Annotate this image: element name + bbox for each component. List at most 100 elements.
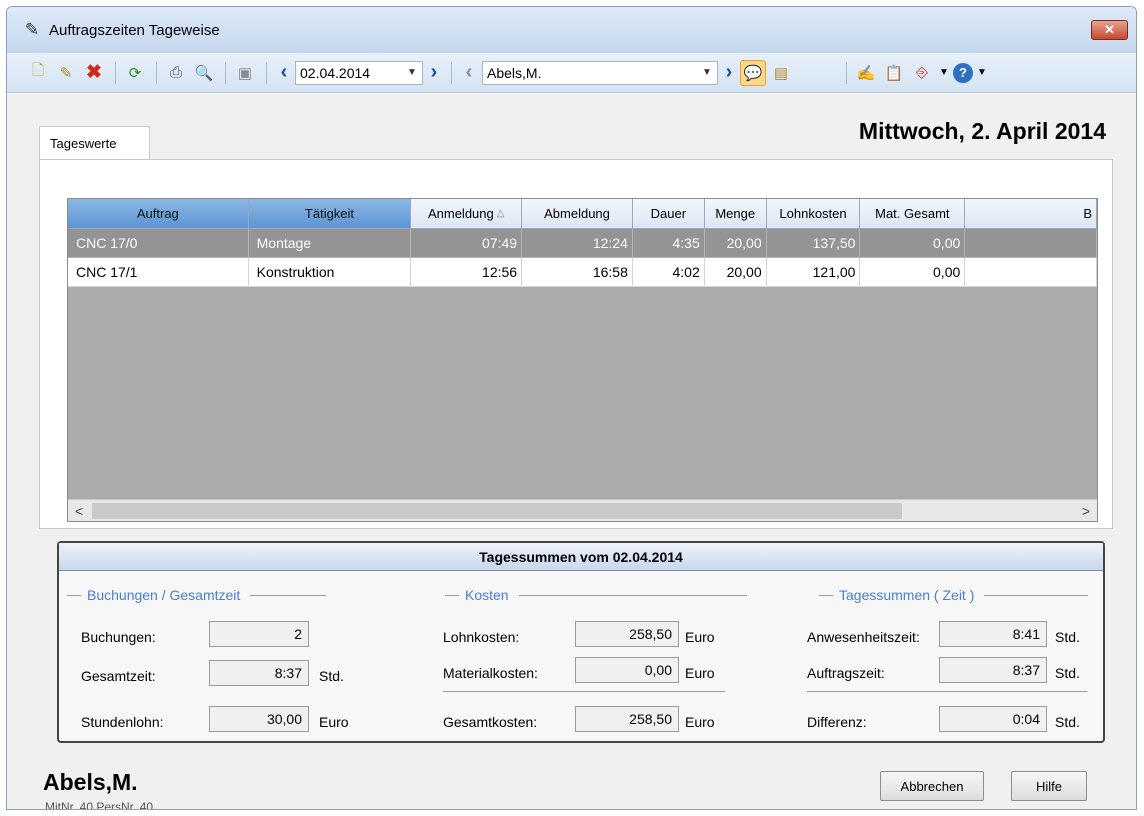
gesamtzeit-unit: Std. bbox=[319, 668, 344, 684]
toolbar-separator bbox=[451, 61, 452, 84]
close-button[interactable]: ✕ bbox=[1091, 20, 1128, 40]
delete-icon[interactable]: ✖ bbox=[81, 60, 107, 86]
help-icon[interactable]: ? bbox=[953, 62, 973, 83]
column-header-auftrag[interactable]: Auftrag bbox=[68, 199, 249, 228]
cell-menge[interactable]: 20,00 bbox=[704, 258, 767, 287]
horizontal-scrollbar[interactable]: < > bbox=[68, 499, 1097, 521]
clipboard-icon[interactable]: 📋 bbox=[881, 60, 907, 86]
cell-b[interactable] bbox=[965, 258, 1097, 287]
person-select-value: Abels,M. bbox=[487, 64, 542, 81]
notes-icon[interactable]: ▤ bbox=[768, 60, 794, 86]
column-header-abmeldung[interactable]: Abmeldung bbox=[522, 199, 633, 228]
cell-mat-gesamt[interactable]: 0,00 bbox=[860, 229, 966, 258]
help-button[interactable]: Hilfe bbox=[1011, 771, 1087, 801]
toolbar-separator bbox=[266, 61, 267, 84]
next-date-icon[interactable]: › bbox=[423, 61, 445, 84]
table-row[interactable]: CNC 17/1 Konstruktion 12:56 16:58 4:02 2… bbox=[68, 258, 1097, 287]
title-bar: ✎ Auftragszeiten Tageweise ✕ bbox=[7, 7, 1136, 53]
group-header-kosten: Kosten bbox=[445, 587, 747, 603]
comment-icon[interactable]: 💬 bbox=[740, 59, 766, 86]
column-header-anmeldung[interactable]: Anmeldung △ bbox=[411, 199, 523, 228]
lohnkosten-label: Lohnkosten: bbox=[443, 629, 520, 645]
dropdown-arrow-icon[interactable]: ▼ bbox=[937, 60, 951, 86]
scroll-right-icon[interactable]: > bbox=[1075, 503, 1097, 519]
column-header-menge[interactable]: Menge bbox=[705, 199, 767, 228]
cell-abmeldung[interactable]: 12:24 bbox=[522, 229, 633, 258]
tab-panel: Auftrag Tätigkeit Anmeldung △ Abmeldung … bbox=[39, 159, 1113, 529]
gesamtzeit-label: Gesamtzeit: bbox=[81, 668, 156, 684]
cell-dauer[interactable]: 4:02 bbox=[632, 258, 705, 287]
cell-abmeldung[interactable]: 16:58 bbox=[522, 258, 633, 287]
dropdown-arrow-icon[interactable]: ▼ bbox=[975, 60, 989, 86]
date-select[interactable]: 02.04.2014 ▼ bbox=[295, 60, 423, 85]
column-header-b[interactable]: B bbox=[965, 199, 1097, 228]
cell-lohnkosten[interactable]: 137,50 bbox=[766, 229, 861, 258]
table-row[interactable]: CNC 17/0 Montage 07:49 12:24 4:35 20,00 … bbox=[68, 229, 1097, 258]
cell-taetigkeit[interactable]: Montage bbox=[248, 229, 412, 258]
gesamtzeit-value: 8:37 bbox=[209, 660, 309, 686]
group-title: Buchungen / Gesamtzeit bbox=[87, 587, 241, 603]
chevron-down-icon[interactable]: ▼ bbox=[697, 67, 717, 78]
data-grid[interactable]: Auftrag Tätigkeit Anmeldung △ Abmeldung … bbox=[67, 198, 1098, 522]
column-header-mat-gesamt[interactable]: Mat. Gesamt bbox=[860, 199, 966, 228]
group-line bbox=[67, 594, 81, 596]
cancel-button[interactable]: Abbrechen bbox=[880, 771, 984, 801]
print-icon[interactable]: ⎙ bbox=[163, 60, 189, 86]
scroll-left-icon[interactable]: < bbox=[68, 503, 90, 519]
group-header-tagessummen: Tagessummen ( Zeit ) bbox=[819, 587, 1089, 603]
group-line bbox=[819, 594, 833, 596]
toolbar: 🗋 ✎ ✖ ⟳ ⎙ 🔍 ▣ ‹ 02.04.2014 ▼ › ‹ Abels,M… bbox=[7, 53, 1136, 93]
main-window: ✎ Auftragszeiten Tageweise ✕ 🗋 ✎ ✖ ⟳ ⎙ 🔍… bbox=[6, 6, 1137, 810]
group-line bbox=[518, 594, 747, 596]
stundenlohn-value: 30,00 bbox=[209, 706, 309, 732]
column-header-label: B bbox=[1083, 206, 1092, 221]
cell-taetigkeit[interactable]: Konstruktion bbox=[248, 258, 412, 287]
stundenlohn-label: Stundenlohn: bbox=[81, 714, 164, 730]
edit-form-icon[interactable]: ✍ bbox=[853, 60, 879, 86]
person-select[interactable]: Abels,M. ▼ bbox=[482, 60, 718, 85]
window-title: Auftragszeiten Tageweise bbox=[49, 21, 220, 39]
toolbar-separator bbox=[156, 61, 157, 84]
column-header-lohnkosten[interactable]: Lohnkosten bbox=[767, 199, 861, 228]
column-header-dauer[interactable]: Dauer bbox=[633, 199, 705, 228]
previous-person-icon[interactable]: ‹ bbox=[458, 61, 480, 84]
anwesenheitszeit-label: Anwesenheitszeit: bbox=[807, 629, 920, 645]
scrollbar-thumb[interactable] bbox=[92, 502, 902, 519]
chevron-down-icon[interactable]: ▼ bbox=[402, 67, 422, 78]
cell-mat-gesamt[interactable]: 0,00 bbox=[860, 258, 966, 287]
cell-auftrag[interactable]: CNC 17/0 bbox=[68, 229, 249, 258]
cell-menge[interactable]: 20,00 bbox=[704, 229, 767, 258]
cell-anmeldung[interactable]: 12:56 bbox=[411, 258, 523, 287]
buchungen-value: 2 bbox=[209, 621, 309, 647]
monitor-icon[interactable]: ▣ bbox=[232, 60, 258, 86]
toolbar-separator bbox=[846, 61, 847, 84]
new-document-icon[interactable]: 🗋 bbox=[25, 60, 51, 86]
group-line bbox=[250, 594, 327, 596]
materialkosten-value: 0,00 bbox=[575, 657, 679, 683]
gesamtkosten-label: Gesamtkosten: bbox=[443, 714, 538, 730]
tab-tageswerte[interactable]: Tageswerte bbox=[39, 126, 150, 160]
cell-anmeldung[interactable]: 07:49 bbox=[411, 229, 523, 258]
auftragszeit-label: Auftragszeit: bbox=[807, 665, 885, 681]
grid-header: Auftrag Tätigkeit Anmeldung △ Abmeldung … bbox=[68, 199, 1097, 229]
column-header-taetigkeit[interactable]: Tätigkeit bbox=[248, 199, 412, 228]
previous-date-icon[interactable]: ‹ bbox=[273, 61, 295, 84]
print-preview-icon[interactable]: 🔍 bbox=[191, 60, 217, 86]
lohnkosten-value: 258,50 bbox=[575, 621, 679, 647]
edit-document-icon[interactable]: ✎ bbox=[53, 60, 79, 86]
stundenlohn-unit: Euro bbox=[319, 714, 349, 730]
sort-ascending-icon: △ bbox=[496, 208, 505, 219]
refresh-icon[interactable]: ⟳ bbox=[122, 60, 148, 86]
cell-dauer[interactable]: 4:35 bbox=[632, 229, 705, 258]
exit-icon[interactable]: ⎆ bbox=[909, 60, 935, 86]
buchungen-label: Buchungen: bbox=[81, 629, 156, 645]
cell-auftrag[interactable]: CNC 17/1 bbox=[68, 258, 249, 287]
zeit-sum-line bbox=[807, 691, 1087, 692]
materialkosten-label: Materialkosten: bbox=[443, 665, 538, 681]
materialkosten-unit: Euro bbox=[685, 665, 715, 681]
next-person-icon[interactable]: › bbox=[718, 61, 740, 84]
summary-title: Tagessummen vom 02.04.2014 bbox=[59, 543, 1103, 571]
cell-b[interactable] bbox=[965, 229, 1097, 258]
cell-lohnkosten[interactable]: 121,00 bbox=[766, 258, 861, 287]
app-icon: ✎ bbox=[24, 20, 40, 39]
